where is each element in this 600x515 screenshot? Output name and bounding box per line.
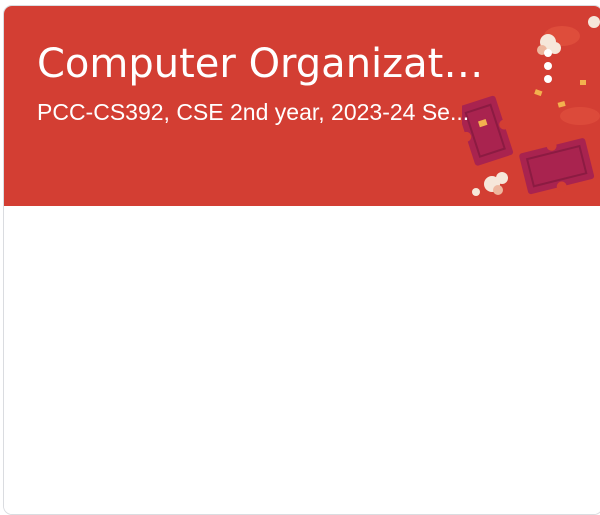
class-card-body (4, 206, 600, 514)
class-title[interactable]: Computer Organizati... (37, 39, 491, 89)
class-card-header: Computer Organizati... PCC-CS392, CSE 2n… (4, 6, 600, 206)
class-title-link[interactable]: Computer Organizati... PCC-CS392, CSE 2n… (37, 39, 497, 127)
class-section[interactable]: PCC-CS392, CSE 2nd year, 2023-24 Se... (37, 97, 495, 127)
class-card: Computer Organizati... PCC-CS392, CSE 2n… (3, 5, 600, 515)
class-options-button[interactable] (530, 42, 566, 90)
